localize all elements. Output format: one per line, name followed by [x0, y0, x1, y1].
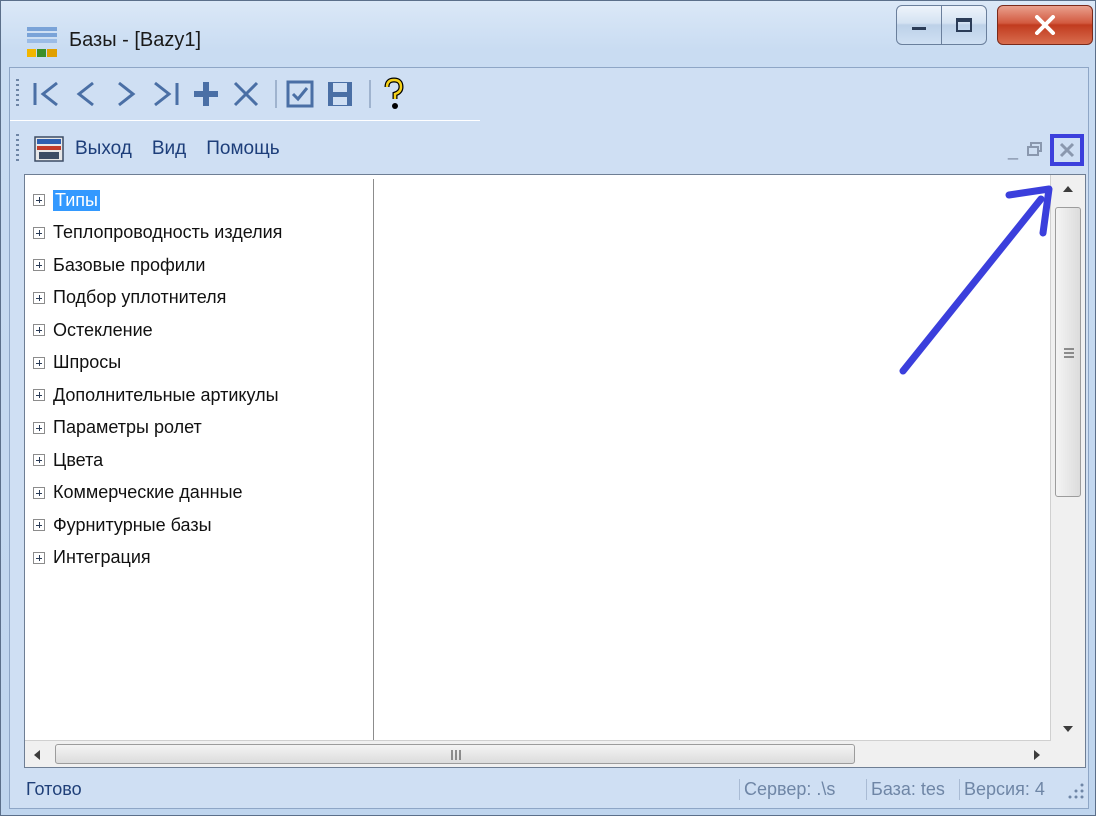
prev-record-icon[interactable] — [69, 74, 103, 114]
navigation-toolbar — [10, 68, 480, 120]
database-tree[interactable]: Типы Теплопроводность изделия Базовые проф… — [29, 179, 374, 743]
expand-plus-icon[interactable] — [33, 259, 45, 271]
tree-item[interactable]: Типы — [33, 185, 100, 215]
tree-item-label[interactable]: Базовые профили — [53, 255, 205, 276]
tree-item[interactable]: Остекление — [33, 315, 153, 345]
tree-item-label[interactable]: Цвета — [53, 450, 103, 471]
child-restore-icon[interactable] — [1024, 140, 1046, 161]
tree-item-label[interactable]: Подбор уплотнителя — [53, 287, 226, 308]
child-close-button[interactable] — [1050, 134, 1084, 166]
tree-item[interactable]: Коммерческие данные — [33, 478, 243, 508]
expand-plus-icon[interactable] — [33, 421, 45, 434]
grip-lines-icon — [451, 750, 461, 760]
tree-item[interactable]: Параметры ролет — [33, 413, 202, 443]
horizontal-scroll-thumb[interactable] — [55, 744, 855, 764]
expand-plus-icon[interactable] — [33, 356, 45, 369]
scrollbar-corner — [1051, 741, 1085, 767]
tree-item[interactable]: Дополнительные артикулы — [33, 380, 279, 410]
maximize-button[interactable] — [941, 5, 987, 45]
child-window-controls: _ — [1002, 134, 1084, 166]
minimize-icon — [912, 27, 926, 30]
menubar-grip[interactable] — [16, 134, 19, 164]
scroll-left-icon[interactable] — [33, 749, 41, 761]
toolbar-divider — [10, 120, 480, 121]
maximize-icon — [956, 18, 972, 32]
document-menu-icon[interactable] — [33, 133, 65, 165]
toolbar-separator — [369, 80, 371, 108]
last-record-icon[interactable] — [149, 74, 183, 114]
tree-item[interactable]: Теплопроводность изделия — [33, 218, 282, 248]
app-window: Базы - [Bazy1] Выход Вид Помощь _ Типы Т… — [0, 0, 1096, 816]
expand-plus-icon[interactable] — [33, 324, 45, 336]
status-database: База: tes — [866, 778, 959, 800]
minimize-button[interactable] — [896, 5, 942, 45]
tree-item-label[interactable]: Типы — [53, 189, 100, 211]
help-icon[interactable] — [377, 74, 411, 114]
child-close-icon — [1059, 142, 1075, 158]
menu-bar: Выход Вид Помощь — [10, 126, 1088, 172]
confirm-checkbox-icon[interactable] — [283, 74, 317, 114]
save-icon[interactable] — [323, 74, 357, 114]
menu-exit[interactable]: Выход — [75, 138, 132, 160]
status-version: Версия: 4 — [959, 778, 1058, 800]
tree-item-label[interactable]: Остекление — [53, 320, 153, 341]
mdi-frame: Выход Вид Помощь _ Типы Теплопроводность … — [9, 67, 1089, 809]
tree-item-label[interactable]: Параметры ролет — [53, 417, 202, 438]
expand-plus-icon[interactable] — [33, 389, 45, 401]
expand-plus-icon[interactable] — [33, 194, 45, 206]
expand-plus-icon[interactable] — [33, 291, 45, 304]
tree-item-label[interactable]: Коммерческие данные — [53, 482, 243, 503]
first-record-icon[interactable] — [29, 74, 63, 114]
window-title: Базы - [Bazy1] — [69, 29, 202, 51]
horizontal-scrollbar[interactable] — [25, 740, 1051, 767]
add-record-icon[interactable] — [189, 74, 223, 114]
annotation-arrow — [899, 185, 1053, 375]
expand-plus-icon[interactable] — [33, 519, 45, 531]
scroll-right-icon[interactable] — [1033, 749, 1041, 761]
status-bar: Готово Сервер: .\s База: tes Версия: 4 — [24, 772, 1086, 806]
tree-item[interactable]: Базовые профили — [33, 250, 205, 280]
tree-item-label[interactable]: Дополнительные артикулы — [53, 385, 279, 406]
close-icon — [1035, 15, 1055, 35]
tree-item-label[interactable]: Теплопроводность изделия — [53, 222, 282, 243]
menu-help[interactable]: Помощь — [206, 138, 279, 160]
tree-item[interactable]: Интеграция — [33, 543, 151, 573]
title-bar[interactable]: Базы - [Bazy1] — [1, 1, 1095, 65]
expand-plus-icon[interactable] — [33, 454, 45, 466]
toolbar-separator — [275, 80, 277, 108]
close-button[interactable] — [997, 5, 1093, 45]
tree-item[interactable]: Фурнитурные базы — [33, 510, 212, 540]
status-server: Сервер: .\s — [739, 778, 866, 800]
expand-plus-icon[interactable] — [33, 551, 45, 564]
tree-item[interactable]: Цвета — [33, 445, 103, 475]
status-ready: Готово — [26, 778, 82, 799]
tree-item[interactable]: Подбор уплотнителя — [33, 283, 226, 313]
resize-grip-icon[interactable] — [1062, 777, 1086, 801]
expand-plus-icon[interactable] — [33, 226, 45, 239]
tree-item-label[interactable]: Интеграция — [53, 547, 151, 568]
tree-item-label[interactable]: Фурнитурные базы — [53, 515, 212, 536]
tree-item[interactable]: Шпросы — [33, 348, 121, 378]
scroll-down-icon[interactable] — [1062, 725, 1074, 733]
expand-plus-icon[interactable] — [33, 486, 45, 499]
delete-record-icon[interactable] — [229, 74, 263, 114]
tree-item-label[interactable]: Шпросы — [53, 352, 121, 373]
next-record-icon[interactable] — [109, 74, 143, 114]
app-icon — [27, 27, 57, 57]
toolbar-grip[interactable] — [16, 79, 19, 109]
menu-view[interactable]: Вид — [152, 138, 186, 160]
child-minimize-icon[interactable]: _ — [1002, 140, 1024, 161]
